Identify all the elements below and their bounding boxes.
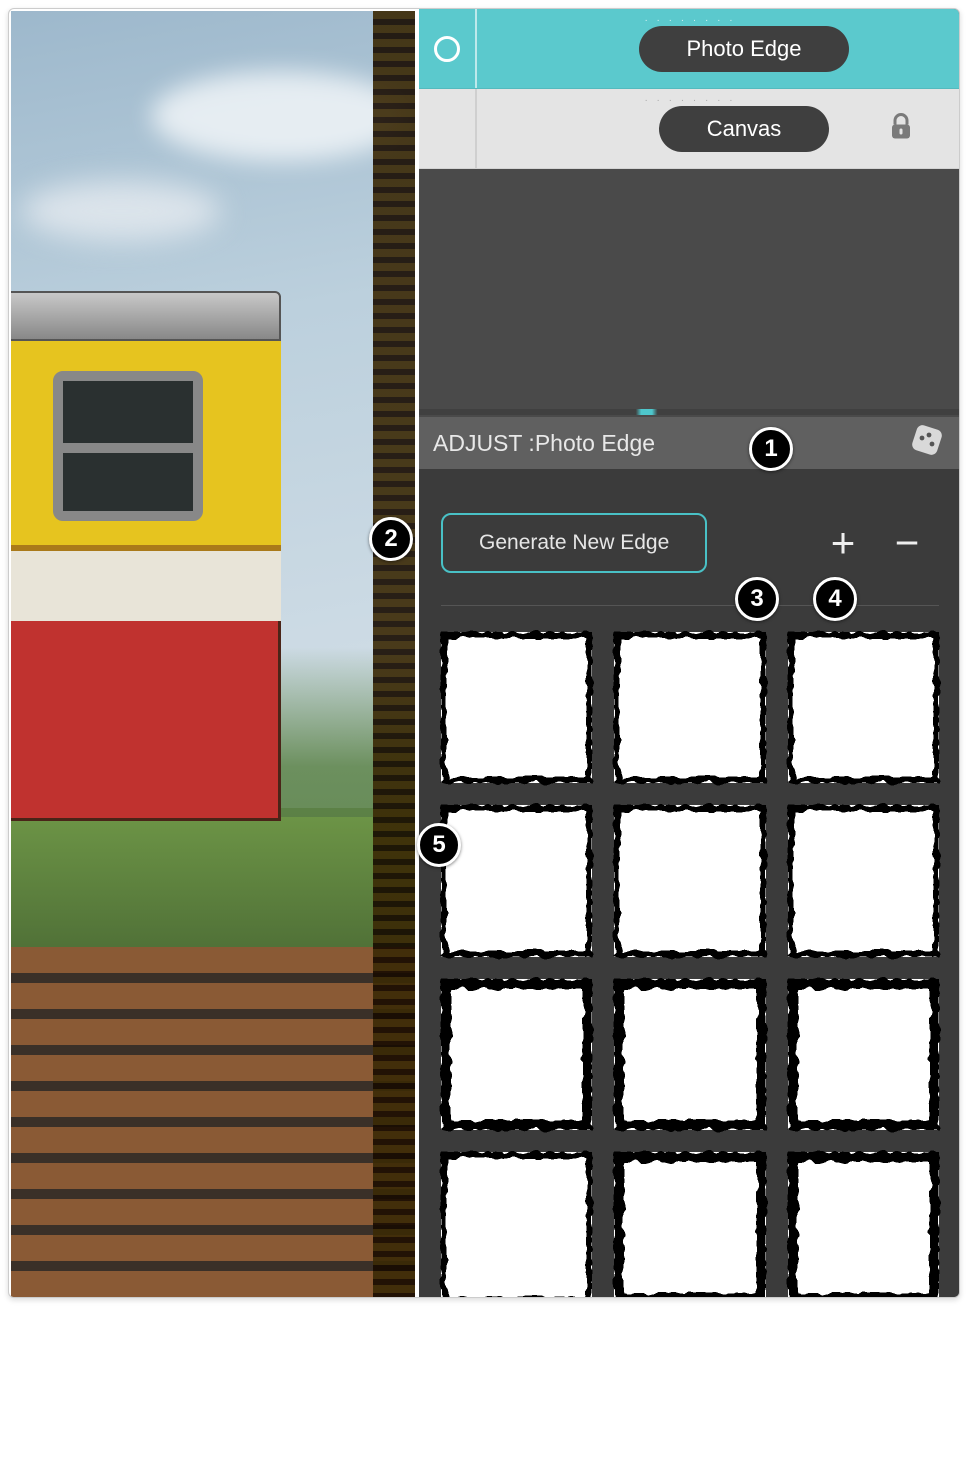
edge-preset-thumb[interactable] (441, 979, 592, 1130)
generate-new-edge-button[interactable]: Generate New Edge (441, 513, 707, 573)
visibility-ring-icon (434, 36, 460, 62)
adjust-header-name: Photo Edge (535, 430, 655, 457)
layer-row-photo-edge[interactable]: · · · · · · · · Photo Edge (419, 9, 960, 89)
edge-preset-thumb[interactable] (441, 1152, 592, 1298)
dice-icon[interactable] (911, 424, 943, 462)
adjust-panel-header: ADJUST : Photo Edge (419, 417, 960, 469)
decrease-button[interactable]: − (875, 519, 939, 567)
edge-preset-thumb[interactable] (441, 632, 592, 783)
layers-empty-area (419, 169, 960, 417)
layer-visibility-toggle[interactable] (419, 89, 477, 168)
edge-preset-thumb[interactable] (788, 979, 939, 1130)
lock-icon (889, 112, 913, 145)
increase-button[interactable]: + (811, 519, 875, 567)
canvas-preview (9, 9, 419, 1297)
edge-preset-thumb[interactable] (788, 632, 939, 783)
adjust-panel-body: Generate New Edge + − (419, 469, 960, 1297)
layer-row-canvas[interactable]: · · · · · · · · Canvas (419, 89, 960, 169)
edge-preset-thumb[interactable] (788, 805, 939, 956)
edge-preset-thumb[interactable] (614, 805, 765, 956)
layer-label: Photo Edge (639, 26, 850, 72)
app-frame: · · · · · · · · Photo Edge · · · · · · ·… (8, 8, 960, 1298)
canvas-image (11, 11, 415, 1297)
edge-preset-grid (441, 632, 939, 1298)
edge-preset-thumb[interactable] (614, 979, 765, 1130)
side-panel: · · · · · · · · Photo Edge · · · · · · ·… (419, 9, 960, 1297)
separator (441, 605, 939, 606)
layer-visibility-toggle[interactable] (419, 9, 477, 88)
adjust-header-prefix: ADJUST : (433, 430, 535, 457)
layer-label: Canvas (659, 106, 830, 152)
edge-preset-thumb[interactable] (441, 805, 592, 956)
grip-dots-icon: · · · · · · · · (644, 15, 735, 26)
edge-preset-thumb[interactable] (614, 1152, 765, 1298)
edge-preset-thumb[interactable] (788, 1152, 939, 1298)
grip-dots-icon: · · · · · · · · (644, 95, 735, 106)
layers-scrollbar[interactable] (419, 409, 960, 415)
edge-preset-thumb[interactable] (614, 632, 765, 783)
